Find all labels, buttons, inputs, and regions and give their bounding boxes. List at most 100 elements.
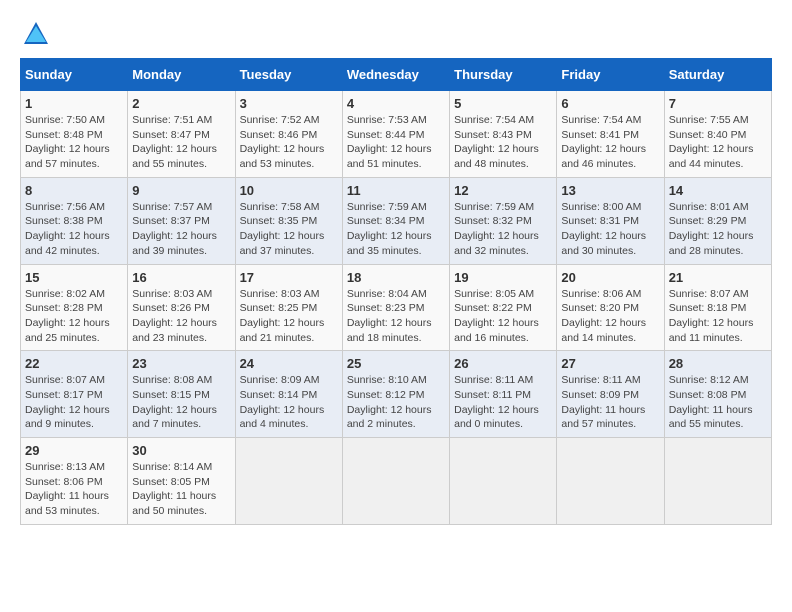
day-info: Sunrise: 8:08 AMSunset: 8:15 PMDaylight:… — [132, 374, 217, 430]
day-info: Sunrise: 8:07 AMSunset: 8:17 PMDaylight:… — [25, 374, 110, 430]
table-row: 25 Sunrise: 8:10 AMSunset: 8:12 PMDaylig… — [342, 351, 449, 438]
day-number: 20 — [561, 270, 659, 285]
day-number: 28 — [669, 356, 767, 371]
day-info: Sunrise: 8:14 AMSunset: 8:05 PMDaylight:… — [132, 461, 216, 517]
day-number: 7 — [669, 96, 767, 111]
table-row: 3 Sunrise: 7:52 AMSunset: 8:46 PMDayligh… — [235, 91, 342, 178]
day-number: 2 — [132, 96, 230, 111]
day-info: Sunrise: 7:56 AMSunset: 8:38 PMDaylight:… — [25, 201, 110, 257]
table-row: 1 Sunrise: 7:50 AMSunset: 8:48 PMDayligh… — [21, 91, 128, 178]
day-number: 11 — [347, 183, 445, 198]
day-info: Sunrise: 7:58 AMSunset: 8:35 PMDaylight:… — [240, 201, 325, 257]
day-number: 12 — [454, 183, 552, 198]
table-row — [342, 438, 449, 525]
day-number: 16 — [132, 270, 230, 285]
day-number: 18 — [347, 270, 445, 285]
day-info: Sunrise: 8:12 AMSunset: 8:08 PMDaylight:… — [669, 374, 753, 430]
day-info: Sunrise: 8:02 AMSunset: 8:28 PMDaylight:… — [25, 288, 110, 344]
day-number: 5 — [454, 96, 552, 111]
day-info: Sunrise: 7:59 AMSunset: 8:32 PMDaylight:… — [454, 201, 539, 257]
day-number: 10 — [240, 183, 338, 198]
day-info: Sunrise: 8:07 AMSunset: 8:18 PMDaylight:… — [669, 288, 754, 344]
table-row: 8 Sunrise: 7:56 AMSunset: 8:38 PMDayligh… — [21, 177, 128, 264]
day-number: 30 — [132, 443, 230, 458]
day-info: Sunrise: 7:57 AMSunset: 8:37 PMDaylight:… — [132, 201, 217, 257]
day-info: Sunrise: 8:06 AMSunset: 8:20 PMDaylight:… — [561, 288, 646, 344]
day-info: Sunrise: 8:13 AMSunset: 8:06 PMDaylight:… — [25, 461, 109, 517]
table-row: 26 Sunrise: 8:11 AMSunset: 8:11 PMDaylig… — [450, 351, 557, 438]
day-number: 17 — [240, 270, 338, 285]
table-row: 27 Sunrise: 8:11 AMSunset: 8:09 PMDaylig… — [557, 351, 664, 438]
day-number: 3 — [240, 96, 338, 111]
day-info: Sunrise: 7:51 AMSunset: 8:47 PMDaylight:… — [132, 114, 217, 170]
logo-icon — [22, 20, 50, 48]
day-info: Sunrise: 8:10 AMSunset: 8:12 PMDaylight:… — [347, 374, 432, 430]
day-number: 21 — [669, 270, 767, 285]
day-number: 6 — [561, 96, 659, 111]
day-number: 26 — [454, 356, 552, 371]
col-friday: Friday — [557, 59, 664, 91]
table-row: 6 Sunrise: 7:54 AMSunset: 8:41 PMDayligh… — [557, 91, 664, 178]
day-info: Sunrise: 8:09 AMSunset: 8:14 PMDaylight:… — [240, 374, 325, 430]
table-row — [664, 438, 771, 525]
day-info: Sunrise: 8:01 AMSunset: 8:29 PMDaylight:… — [669, 201, 754, 257]
table-row — [557, 438, 664, 525]
table-row: 10 Sunrise: 7:58 AMSunset: 8:35 PMDaylig… — [235, 177, 342, 264]
day-info: Sunrise: 7:52 AMSunset: 8:46 PMDaylight:… — [240, 114, 325, 170]
col-monday: Monday — [128, 59, 235, 91]
calendar-header-row: Sunday Monday Tuesday Wednesday Thursday… — [21, 59, 772, 91]
day-number: 27 — [561, 356, 659, 371]
table-row: 20 Sunrise: 8:06 AMSunset: 8:20 PMDaylig… — [557, 264, 664, 351]
table-row: 16 Sunrise: 8:03 AMSunset: 8:26 PMDaylig… — [128, 264, 235, 351]
day-number: 8 — [25, 183, 123, 198]
table-row: 21 Sunrise: 8:07 AMSunset: 8:18 PMDaylig… — [664, 264, 771, 351]
calendar-body: 1 Sunrise: 7:50 AMSunset: 8:48 PMDayligh… — [21, 91, 772, 525]
day-info: Sunrise: 7:55 AMSunset: 8:40 PMDaylight:… — [669, 114, 754, 170]
day-info: Sunrise: 7:54 AMSunset: 8:43 PMDaylight:… — [454, 114, 539, 170]
table-row: 12 Sunrise: 7:59 AMSunset: 8:32 PMDaylig… — [450, 177, 557, 264]
table-row: 30 Sunrise: 8:14 AMSunset: 8:05 PMDaylig… — [128, 438, 235, 525]
day-info: Sunrise: 7:59 AMSunset: 8:34 PMDaylight:… — [347, 201, 432, 257]
table-row: 22 Sunrise: 8:07 AMSunset: 8:17 PMDaylig… — [21, 351, 128, 438]
logo — [20, 20, 48, 48]
day-info: Sunrise: 8:04 AMSunset: 8:23 PMDaylight:… — [347, 288, 432, 344]
day-info: Sunrise: 8:03 AMSunset: 8:26 PMDaylight:… — [132, 288, 217, 344]
day-number: 15 — [25, 270, 123, 285]
table-row: 17 Sunrise: 8:03 AMSunset: 8:25 PMDaylig… — [235, 264, 342, 351]
day-info: Sunrise: 7:54 AMSunset: 8:41 PMDaylight:… — [561, 114, 646, 170]
day-number: 14 — [669, 183, 767, 198]
day-info: Sunrise: 8:11 AMSunset: 8:11 PMDaylight:… — [454, 374, 539, 430]
table-row: 4 Sunrise: 7:53 AMSunset: 8:44 PMDayligh… — [342, 91, 449, 178]
table-row: 7 Sunrise: 7:55 AMSunset: 8:40 PMDayligh… — [664, 91, 771, 178]
day-info: Sunrise: 8:11 AMSunset: 8:09 PMDaylight:… — [561, 374, 645, 430]
page-header — [20, 20, 772, 48]
table-row: 13 Sunrise: 8:00 AMSunset: 8:31 PMDaylig… — [557, 177, 664, 264]
col-wednesday: Wednesday — [342, 59, 449, 91]
table-row: 29 Sunrise: 8:13 AMSunset: 8:06 PMDaylig… — [21, 438, 128, 525]
col-saturday: Saturday — [664, 59, 771, 91]
col-sunday: Sunday — [21, 59, 128, 91]
table-row — [450, 438, 557, 525]
day-number: 4 — [347, 96, 445, 111]
day-info: Sunrise: 8:05 AMSunset: 8:22 PMDaylight:… — [454, 288, 539, 344]
col-tuesday: Tuesday — [235, 59, 342, 91]
day-number: 24 — [240, 356, 338, 371]
day-number: 23 — [132, 356, 230, 371]
day-number: 29 — [25, 443, 123, 458]
col-thursday: Thursday — [450, 59, 557, 91]
table-row: 23 Sunrise: 8:08 AMSunset: 8:15 PMDaylig… — [128, 351, 235, 438]
day-info: Sunrise: 7:53 AMSunset: 8:44 PMDaylight:… — [347, 114, 432, 170]
day-info: Sunrise: 8:03 AMSunset: 8:25 PMDaylight:… — [240, 288, 325, 344]
table-row: 18 Sunrise: 8:04 AMSunset: 8:23 PMDaylig… — [342, 264, 449, 351]
table-row: 15 Sunrise: 8:02 AMSunset: 8:28 PMDaylig… — [21, 264, 128, 351]
table-row: 28 Sunrise: 8:12 AMSunset: 8:08 PMDaylig… — [664, 351, 771, 438]
day-number: 1 — [25, 96, 123, 111]
day-number: 25 — [347, 356, 445, 371]
table-row: 5 Sunrise: 7:54 AMSunset: 8:43 PMDayligh… — [450, 91, 557, 178]
table-row: 24 Sunrise: 8:09 AMSunset: 8:14 PMDaylig… — [235, 351, 342, 438]
day-number: 9 — [132, 183, 230, 198]
day-number: 13 — [561, 183, 659, 198]
table-row: 2 Sunrise: 7:51 AMSunset: 8:47 PMDayligh… — [128, 91, 235, 178]
table-row: 19 Sunrise: 8:05 AMSunset: 8:22 PMDaylig… — [450, 264, 557, 351]
table-row: 14 Sunrise: 8:01 AMSunset: 8:29 PMDaylig… — [664, 177, 771, 264]
